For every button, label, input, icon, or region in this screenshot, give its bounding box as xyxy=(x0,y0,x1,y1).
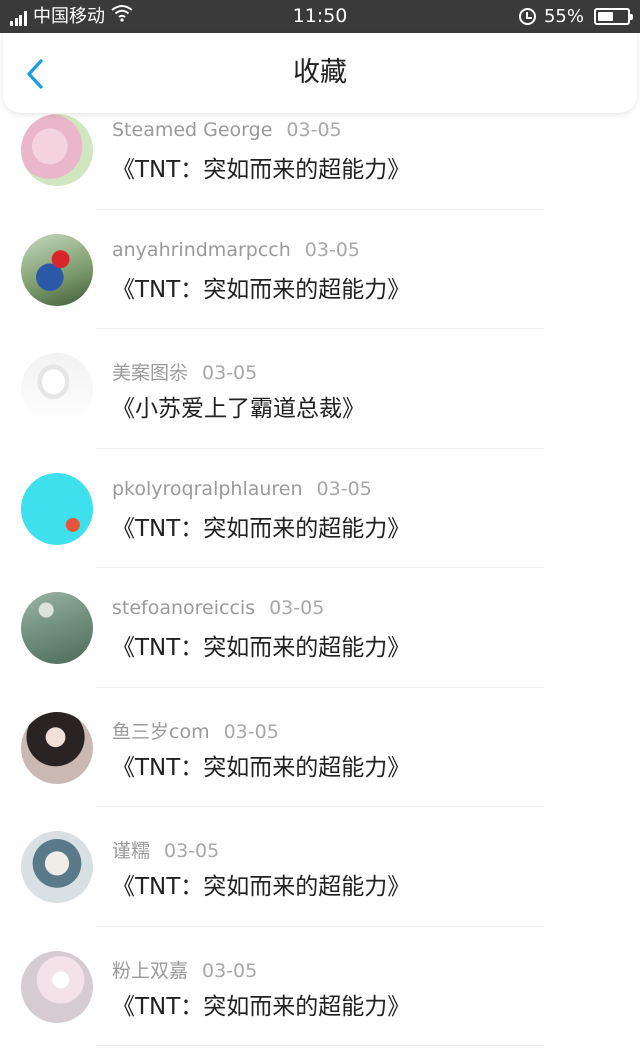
alarm-icon xyxy=(518,8,536,25)
item-meta: pkolyroqralphlauren 03-05 xyxy=(112,478,372,500)
username: stefoanoreiccis xyxy=(112,597,256,619)
username: 鱼三岁com xyxy=(112,720,210,743)
date-text: 03-05 xyxy=(202,959,258,982)
username: pkolyroqralphlauren xyxy=(112,477,303,500)
item-meta: 谨糯 03-05 xyxy=(112,836,219,863)
username: 谨糯 xyxy=(112,840,151,862)
nav-header: 收藏 xyxy=(3,33,637,113)
book-title[interactable]: 《TNT：突如而来的超能力》 xyxy=(112,987,410,1021)
book-title[interactable]: 《TNT：突如而来的超能力》 xyxy=(112,270,410,304)
list-item[interactable]: pkolyroqralphlauren 03-05 《TNT：突如而来的超能力》 xyxy=(0,449,640,568)
date-text: 03-05 xyxy=(286,119,342,141)
item-meta: 粉上双嘉 03-05 xyxy=(112,956,257,983)
status-bar: 中国移动 11:50 55% xyxy=(0,0,640,33)
avatar[interactable] xyxy=(21,114,93,186)
item-meta: Steamed George 03-05 xyxy=(112,119,342,141)
date-text: 03-05 xyxy=(223,720,279,743)
username: anyahrindmarpcch xyxy=(112,238,291,261)
list-item[interactable]: 鱼三岁com 03-05 《TNT：突如而来的超能力》 xyxy=(0,688,640,807)
list-item[interactable]: stefoanoreiccis 03-05 《TNT：突如而来的超能力》 xyxy=(0,568,640,688)
avatar[interactable] xyxy=(21,353,93,425)
item-meta: 美案图尜 03-05 xyxy=(112,358,257,385)
date-text: 03-05 xyxy=(202,362,258,384)
date-text: 03-05 xyxy=(304,238,360,261)
date-text: 03-05 xyxy=(164,840,220,862)
avatar[interactable] xyxy=(21,233,93,306)
book-title[interactable]: 《TNT：突如而来的超能力》 xyxy=(112,628,410,662)
avatar[interactable] xyxy=(21,472,93,545)
page-title: 收藏 xyxy=(293,57,347,88)
battery-percent: 55% xyxy=(543,6,584,27)
date-text: 03-05 xyxy=(316,477,372,500)
list-item[interactable]: 粉上双嘉 03-05 《TNT：突如而来的超能力》 xyxy=(0,927,640,1046)
avatar[interactable] xyxy=(21,711,93,784)
date-text: 03-05 xyxy=(269,597,325,619)
book-title[interactable]: 《TNT：突如而来的超能力》 xyxy=(112,748,410,782)
book-title[interactable]: 《TNT：突如而来的超能力》 xyxy=(112,150,410,184)
username: 粉上双嘉 xyxy=(112,959,189,982)
book-title[interactable]: 《TNT：突如而来的超能力》 xyxy=(112,867,410,901)
item-meta: 鱼三岁com 03-05 xyxy=(112,717,279,744)
list-item[interactable]: Steamed George 03-05 《TNT：突如而来的超能力》 xyxy=(0,113,640,210)
avatar[interactable] xyxy=(21,950,93,1023)
status-right: 55% xyxy=(518,0,633,33)
list-item[interactable]: anyahrindmarpcch 03-05 《TNT：突如而来的超能力》 xyxy=(0,210,640,329)
list-item[interactable]: 美案图尜 03-05 《小苏爱上了霸道总裁》 xyxy=(0,329,640,449)
favorites-list[interactable]: Steamed George 03-05 《TNT：突如而来的超能力》 anyah… xyxy=(0,113,640,1052)
avatar[interactable] xyxy=(21,592,93,664)
username: 美案图尜 xyxy=(112,362,189,384)
book-title[interactable]: 《小苏爱上了霸道总裁》 xyxy=(112,389,365,423)
divider xyxy=(96,1045,544,1046)
item-meta: stefoanoreiccis 03-05 xyxy=(112,597,324,619)
battery-icon xyxy=(594,8,633,25)
avatar[interactable] xyxy=(21,831,93,903)
username: Steamed George xyxy=(112,119,273,141)
item-meta: anyahrindmarpcch 03-05 xyxy=(112,239,360,261)
list-item[interactable]: 谨糯 03-05 《TNT：突如而来的超能力》 xyxy=(0,807,640,927)
book-title[interactable]: 《TNT：突如而来的超能力》 xyxy=(112,509,410,543)
